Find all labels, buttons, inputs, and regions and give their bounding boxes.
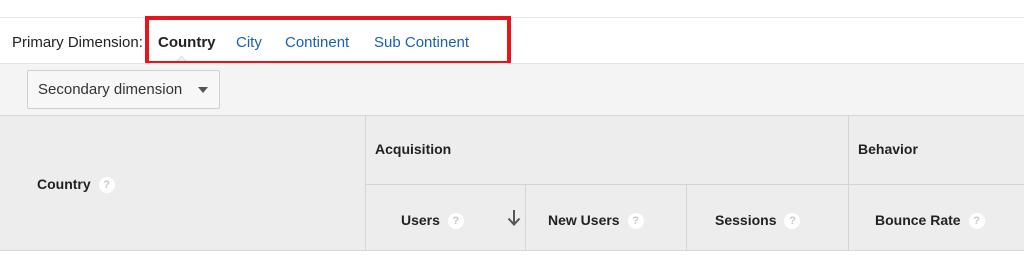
secondary-dimension-bar: Secondary dimension — [0, 63, 1024, 116]
group-behavior: Behavior — [858, 141, 918, 157]
header-users-label: Users — [401, 212, 440, 228]
header-bounce-rate-label: Bounce Rate — [875, 212, 961, 228]
help-icon[interactable]: ? — [627, 213, 644, 230]
help-icon[interactable]: ? — [98, 177, 115, 194]
table-row — [0, 250, 1024, 255]
header-country-label: Country — [37, 176, 91, 192]
header-sessions-label: Sessions — [715, 212, 777, 228]
primary-dimension-label: Primary Dimension: — [12, 34, 143, 51]
group-divider — [366, 184, 1024, 185]
sort-descending-icon[interactable] — [507, 209, 521, 227]
column-divider — [848, 116, 849, 255]
secondary-dimension-dropdown[interactable]: Secondary dimension — [27, 70, 220, 109]
primary-dimension-continent[interactable]: Continent — [285, 34, 349, 51]
chevron-down-icon — [198, 87, 208, 93]
primary-dimension-city[interactable]: City — [236, 34, 262, 51]
column-divider — [365, 116, 366, 255]
primary-dimension-bar: Primary Dimension: Country City Continen… — [0, 18, 1024, 72]
table-header: Country? Acquisition Behavior Users? New… — [0, 115, 1024, 255]
header-new-users[interactable]: New Users? — [548, 212, 644, 230]
help-icon[interactable]: ? — [968, 213, 985, 230]
help-icon[interactable]: ? — [784, 213, 801, 230]
header-bounce-rate[interactable]: Bounce Rate? — [875, 212, 985, 230]
column-divider — [525, 184, 526, 255]
header-sessions[interactable]: Sessions? — [715, 212, 801, 230]
group-acquisition: Acquisition — [375, 141, 452, 157]
header-country[interactable]: Country? — [37, 176, 115, 194]
secondary-dimension-label: Secondary dimension — [38, 81, 183, 98]
help-icon[interactable]: ? — [447, 213, 464, 230]
primary-dimension-country[interactable]: Country — [158, 34, 216, 51]
header-new-users-label: New Users — [548, 212, 620, 228]
primary-dimension-sub-continent[interactable]: Sub Continent — [374, 34, 469, 51]
header-users[interactable]: Users? — [401, 212, 464, 230]
column-divider — [686, 184, 687, 255]
